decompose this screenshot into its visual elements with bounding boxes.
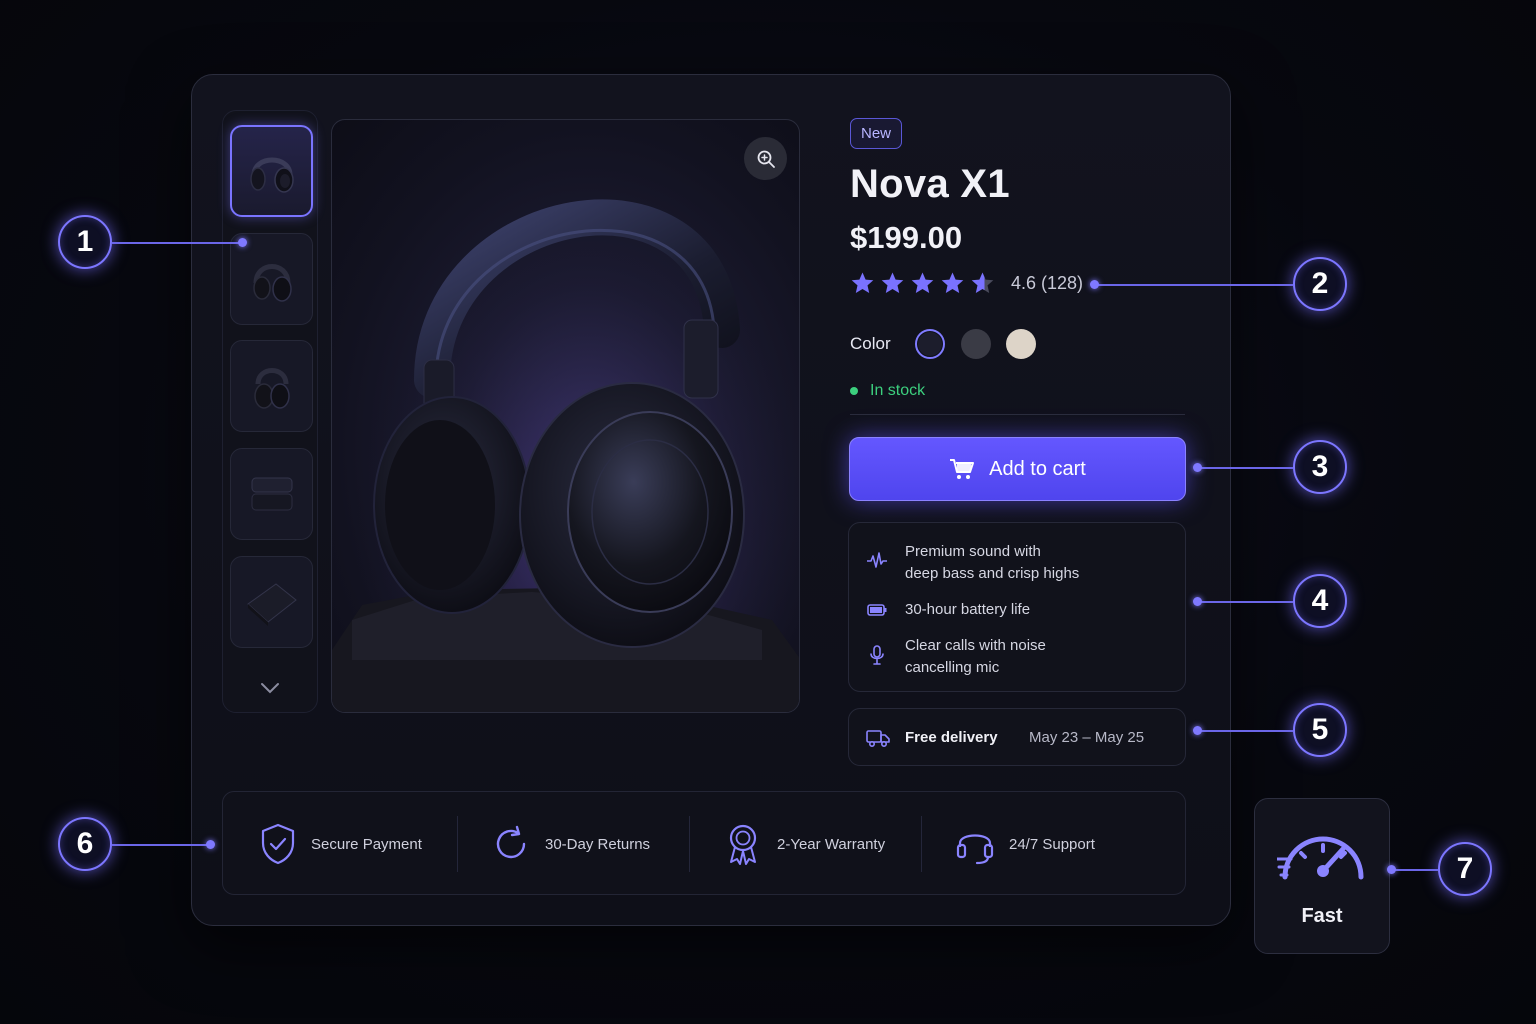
callout-2: 2 — [1293, 257, 1347, 311]
microphone-icon — [870, 645, 884, 665]
fast-label: Fast — [1301, 905, 1343, 927]
zoom-in-icon — [757, 150, 775, 168]
stock-dot-icon — [850, 387, 858, 395]
divider — [850, 414, 1185, 415]
callout-line-6 — [112, 844, 208, 846]
waveform-icon — [867, 552, 887, 568]
trust-bar: Secure Payment 30-Day Returns 2-Year War… — [222, 791, 1186, 895]
thumbnail-4[interactable] — [230, 448, 313, 540]
speedometer-icon — [1277, 836, 1364, 880]
zoom-button[interactable] — [744, 137, 787, 180]
callout-dot-1 — [238, 238, 247, 247]
callout-dot-4 — [1193, 597, 1202, 606]
thumbnail-3[interactable] — [230, 340, 313, 432]
battery-icon — [867, 604, 887, 616]
thumbnail-1[interactable] — [230, 125, 313, 217]
callout-1: 1 — [58, 215, 112, 269]
callout-dot-2 — [1090, 280, 1099, 289]
delivery-label: Free delivery — [905, 729, 998, 746]
color-label: Color — [850, 334, 891, 353]
star-filled-icon — [941, 272, 964, 293]
star-partial-icon — [971, 272, 994, 293]
callout-4: 4 — [1293, 574, 1347, 628]
stock-status: In stock — [850, 382, 925, 400]
delivery-date: May 23 – May 25 — [1029, 729, 1145, 746]
callout-dot-5 — [1193, 726, 1202, 735]
headset-icon — [956, 834, 994, 865]
product-title: Nova X1 — [850, 162, 1010, 206]
headphones-thumbnail-icon — [249, 157, 294, 193]
callout-line-3 — [1198, 467, 1293, 469]
thumbnail-5[interactable] — [230, 556, 313, 648]
trust-divider — [457, 816, 458, 872]
callout-line-4 — [1198, 601, 1293, 603]
case-stack-thumbnail-icon — [251, 477, 292, 511]
callout-dot-6 — [206, 840, 215, 849]
callout-6: 6 — [58, 817, 112, 871]
rating: 4.6 (128) — [850, 271, 1083, 296]
rating-text: 4.6 (128) — [1011, 273, 1084, 293]
callout-line-7 — [1394, 869, 1438, 871]
award-ribbon-icon — [729, 824, 757, 865]
trust-divider — [689, 816, 690, 872]
callout-dot-3 — [1193, 463, 1202, 472]
color-swatch-midnight[interactable] — [915, 329, 945, 359]
truck-icon — [866, 730, 890, 748]
star-rating — [850, 271, 995, 296]
stock-text: In stock — [870, 382, 926, 399]
star-filled-icon — [881, 272, 904, 293]
chevron-down-icon[interactable] — [258, 676, 282, 700]
new-badge: New — [850, 118, 903, 149]
trust-secure-payment: Secure Payment — [259, 822, 422, 866]
callout-7: 7 — [1438, 842, 1492, 896]
cart-icon — [950, 459, 975, 479]
feature-battery: 30-hour battery life — [905, 601, 1031, 618]
feature-sound: Premium sound with deep bass and crisp hi… — [905, 543, 1080, 582]
callout-line-1 — [112, 242, 240, 244]
star-filled-icon — [851, 272, 874, 293]
headphones-side-thumbnail-icon — [252, 264, 292, 302]
color-swatch-graphite[interactable] — [961, 329, 991, 359]
product-image — [331, 119, 800, 713]
star-filled-icon — [911, 272, 934, 293]
callout-5: 5 — [1293, 703, 1347, 757]
trust-returns: 30-Day Returns — [491, 822, 650, 866]
feature-mic: Clear calls with noise cancelling mic — [905, 637, 1046, 676]
product-price: $199.00 — [850, 220, 963, 255]
add-to-cart-button[interactable]: Add to cart — [849, 437, 1186, 501]
color-swatch-sand[interactable] — [1006, 329, 1036, 359]
callout-line-5 — [1198, 730, 1293, 732]
headphones-folded-thumbnail-icon — [253, 368, 290, 409]
case-thumbnail-icon — [246, 583, 297, 626]
refresh-icon — [496, 825, 526, 859]
callout-dot-7 — [1387, 865, 1396, 874]
delivery-info: Free delivery May 23 – May 25 — [848, 708, 1186, 766]
trust-divider — [921, 816, 922, 872]
trust-support: 24/7 Support — [955, 822, 1095, 866]
callout-line-2 — [1096, 284, 1293, 286]
callout-3: 3 — [1293, 440, 1347, 494]
trust-warranty: 2-Year Warranty — [723, 822, 885, 866]
shield-check-icon — [261, 823, 295, 865]
add-to-cart-label: Add to cart — [989, 457, 1086, 480]
features-panel: Premium sound with deep bass and crisp hi… — [848, 522, 1186, 692]
fast-card: Fast — [1254, 798, 1390, 954]
